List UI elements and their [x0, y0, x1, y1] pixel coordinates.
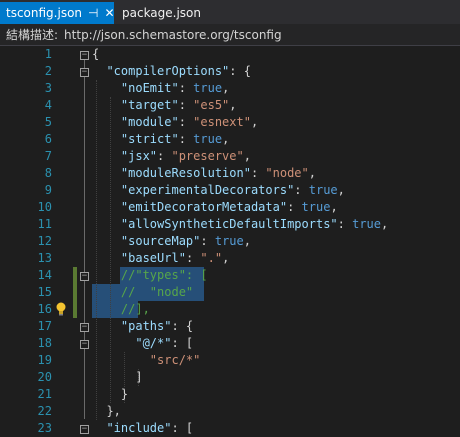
- close-icon[interactable]: ✕: [104, 6, 114, 20]
- schema-url[interactable]: http://json.schemastore.org/tsconfig: [64, 28, 282, 42]
- tab-tsconfig-label: tsconfig.json: [6, 6, 83, 20]
- code-line[interactable]: 5 "module": "esnext",: [0, 114, 460, 131]
- code-line[interactable]: 2 "compilerOptions": {: [0, 63, 460, 80]
- code-text: "experimentalDecorators": true,: [120, 183, 345, 197]
- line-number: 9: [44, 183, 52, 197]
- code-editor[interactable]: − − − − − − 1{2 "compilerOptions": {3 "n…: [0, 46, 460, 435]
- code-text: "src/*": [149, 353, 201, 367]
- line-number: 12: [37, 234, 52, 248]
- line-number: 10: [37, 200, 52, 214]
- code-line[interactable]: 19 "src/*": [0, 352, 460, 369]
- code-text: ]: [92, 370, 143, 384]
- line-number: 22: [37, 404, 52, 418]
- line-number: 3: [44, 81, 52, 95]
- code-text: "compilerOptions": {: [106, 64, 251, 78]
- line-number: 8: [44, 166, 52, 180]
- code-text: "target": "es5",: [120, 98, 237, 112]
- code-line[interactable]: 15 // "node": [0, 284, 460, 301]
- tab-tsconfig[interactable]: tsconfig.json ⊣ ✕: [0, 2, 115, 24]
- line-number: 17: [37, 319, 52, 333]
- line-number: 14: [37, 268, 52, 282]
- code-text: "strict": true,: [120, 132, 230, 146]
- schema-label: 結構描述:: [6, 28, 59, 42]
- line-number: 19: [37, 353, 52, 367]
- code-line[interactable]: 8 "moduleResolution": "node",: [0, 165, 460, 182]
- code-text: "module": "esnext",: [120, 115, 259, 129]
- code-line[interactable]: 9 "experimentalDecorators": true,: [0, 182, 460, 199]
- line-number: 18: [37, 336, 52, 350]
- code-line[interactable]: 1{: [0, 46, 460, 63]
- code-line[interactable]: 7 "jsx": "preserve",: [0, 148, 460, 165]
- line-number: 11: [37, 217, 52, 231]
- tab-package-label: package.json: [122, 6, 202, 20]
- code-line[interactable]: 16 //],: [0, 301, 460, 318]
- line-number: 4: [44, 98, 52, 112]
- schema-bar: 結構描述: http://json.schemastore.org/tsconf…: [0, 24, 460, 46]
- code-line[interactable]: 17 "paths": {: [0, 318, 460, 335]
- code-line[interactable]: 22 },: [0, 403, 460, 420]
- line-number: 20: [37, 370, 52, 384]
- code-text: //],: [120, 302, 150, 316]
- code-line[interactable]: 4 "target": "es5",: [0, 97, 460, 114]
- code-text: "allowSyntheticDefaultImports": true,: [120, 217, 389, 231]
- line-number: 7: [44, 149, 52, 163]
- line-number: 15: [37, 285, 52, 299]
- code-text: "jsx": "preserve",: [120, 149, 251, 163]
- code-line[interactable]: 21 }: [0, 386, 460, 403]
- code-line[interactable]: 11 "allowSyntheticDefaultImports": true,: [0, 216, 460, 233]
- pin-icon[interactable]: ⊣: [88, 6, 98, 20]
- code-line[interactable]: 10 "emitDecoratorMetadata": true,: [0, 199, 460, 216]
- tab-bar: tsconfig.json ⊣ ✕ package.json: [0, 0, 460, 24]
- code-text: // "node": [120, 285, 194, 299]
- code-text: "moduleResolution": "node",: [120, 166, 316, 180]
- line-number: 1: [44, 47, 52, 61]
- code-text: "sourceMap": true,: [120, 234, 251, 248]
- line-number: 16: [37, 302, 52, 316]
- line-number: 6: [44, 132, 52, 146]
- code-text: "@/*": [: [135, 336, 194, 350]
- code-line[interactable]: 3 "noEmit": true,: [0, 80, 460, 97]
- line-number: 21: [37, 387, 52, 401]
- code-line[interactable]: 6 "strict": true,: [0, 131, 460, 148]
- line-number: 2: [44, 64, 52, 78]
- tab-package[interactable]: package.json: [116, 2, 207, 24]
- code-text: "emitDecoratorMetadata": true,: [120, 200, 338, 214]
- line-number: 13: [37, 251, 52, 265]
- code-line[interactable]: 18 "@/*": [: [0, 335, 460, 352]
- code-text: //"types": [: [120, 268, 208, 282]
- code-text: }: [92, 387, 129, 401]
- code-line[interactable]: 13 "baseUrl": ".",: [0, 250, 460, 267]
- code-line[interactable]: 20 ]: [0, 369, 460, 386]
- code-text: "baseUrl": ".",: [120, 251, 230, 265]
- code-line[interactable]: 12 "sourceMap": true,: [0, 233, 460, 250]
- code-text: "noEmit": true,: [120, 81, 230, 95]
- code-text: },: [92, 404, 121, 418]
- line-number: 5: [44, 115, 52, 129]
- code-line[interactable]: 14 //"types": [: [0, 267, 460, 284]
- code-text: {: [92, 47, 100, 61]
- code-text: "paths": {: [120, 319, 194, 333]
